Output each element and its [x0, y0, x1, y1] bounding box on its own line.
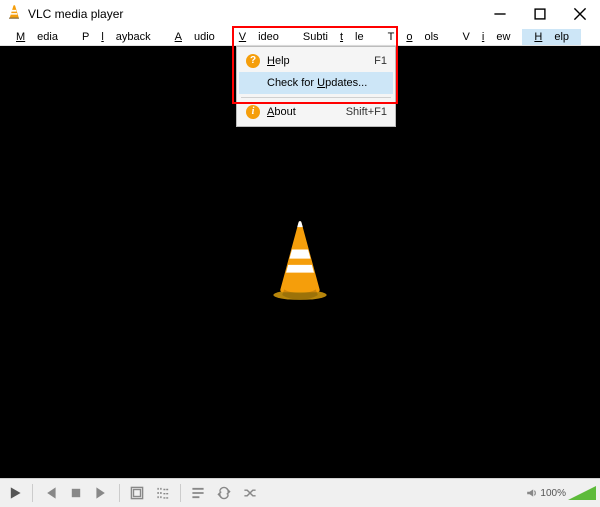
- minimize-button[interactable]: [480, 0, 520, 28]
- playback-controls: 100%: [0, 478, 600, 507]
- menu-label: ayback: [110, 29, 157, 45]
- separator: [180, 484, 181, 502]
- menu-label: edia: [31, 29, 64, 45]
- menu-subtitle[interactable]: Subtitle: [291, 29, 376, 45]
- help-menu-item-check-updates[interactable]: Check for Updates...: [239, 72, 393, 94]
- separator: [32, 484, 33, 502]
- window-title: VLC media player: [28, 7, 123, 21]
- menu-item-shortcut: Shift+F1: [346, 106, 387, 118]
- menu-label: V: [457, 29, 476, 45]
- menu-label: ols: [418, 29, 444, 45]
- menu-help[interactable]: Help: [522, 29, 581, 45]
- help-menu-dropdown: ? Help F1 Check for Updates... i About S…: [236, 46, 396, 127]
- menu-label: ideo: [252, 29, 285, 45]
- maximize-button[interactable]: [520, 0, 560, 28]
- volume-control[interactable]: 100%: [526, 486, 596, 500]
- menu-separator: [241, 97, 391, 98]
- fullscreen-button[interactable]: [126, 482, 148, 504]
- titlebar: VLC media player: [0, 0, 600, 28]
- next-button[interactable]: [91, 482, 113, 504]
- menu-item-label: About: [267, 106, 340, 118]
- menu-label: P: [76, 29, 95, 45]
- prev-button[interactable]: [39, 482, 61, 504]
- vlc-cone-icon: [6, 4, 22, 25]
- volume-slider[interactable]: [568, 486, 596, 500]
- vlc-cone-icon: [265, 218, 335, 307]
- menu-tools[interactable]: Tools: [376, 29, 451, 45]
- help-icon: ?: [245, 53, 261, 69]
- menu-item-label: Check for Updates...: [267, 77, 387, 89]
- menu-label: le: [349, 29, 370, 45]
- menu-label: udio: [188, 29, 221, 45]
- blank-icon: [245, 75, 261, 91]
- menu-video[interactable]: Video: [227, 29, 291, 45]
- loop-button[interactable]: [213, 482, 235, 504]
- menubar: Media Playback Audio Video Subtitle Tool…: [0, 28, 600, 46]
- help-menu-item-about[interactable]: i About Shift+F1: [239, 101, 393, 123]
- menu-item-label: Help: [267, 55, 368, 67]
- shuffle-button[interactable]: [239, 482, 261, 504]
- stop-button[interactable]: [65, 482, 87, 504]
- menu-label: Subti: [297, 29, 334, 45]
- menu-audio[interactable]: Audio: [163, 29, 227, 45]
- separator: [119, 484, 120, 502]
- volume-percent: 100%: [540, 488, 566, 499]
- menu-label: ew: [490, 29, 516, 45]
- ext-settings-button[interactable]: [152, 482, 174, 504]
- info-icon: i: [245, 104, 261, 120]
- help-menu-item-help[interactable]: ? Help F1: [239, 50, 393, 72]
- playlist-button[interactable]: [187, 482, 209, 504]
- menu-playback[interactable]: Playback: [70, 29, 163, 45]
- menu-item-shortcut: F1: [374, 55, 387, 67]
- menu-media[interactable]: Media: [4, 29, 70, 45]
- menu-view[interactable]: View: [451, 29, 523, 45]
- speaker-icon: [526, 487, 538, 499]
- play-button[interactable]: [4, 482, 26, 504]
- close-button[interactable]: [560, 0, 600, 28]
- menu-label: elp: [548, 29, 575, 45]
- menu-label: T: [382, 29, 401, 45]
- window-controls: [480, 0, 600, 28]
